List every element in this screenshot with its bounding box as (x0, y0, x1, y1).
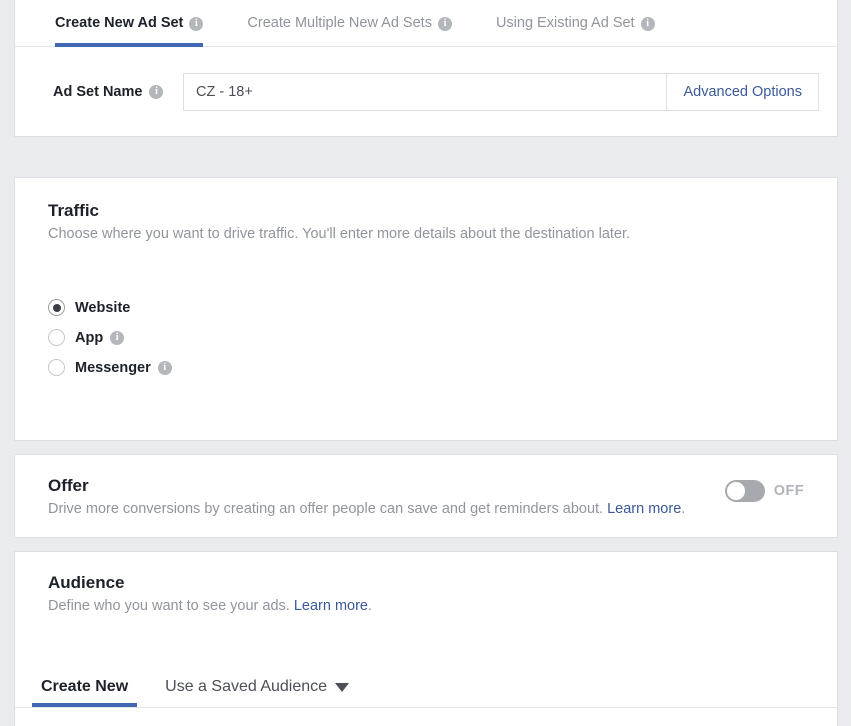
offer-card-inner: Offer Drive more conversions by creating… (15, 455, 837, 520)
audience-description-suffix: . (368, 598, 373, 615)
tab-create-new-ad-set[interactable]: Create New Ad Set i (55, 0, 204, 47)
info-icon[interactable]: i (189, 16, 204, 31)
radio-option-app-label: App (75, 329, 104, 346)
radio-icon[interactable] (48, 299, 65, 317)
radio-option-messenger-label: Messenger (75, 359, 151, 376)
traffic-card-inner: Traffic Choose where you want to drive t… (15, 178, 837, 383)
ad-set-creation-page: Create New Ad Set i Create Multiple New … (0, 0, 851, 726)
tab-create-new-audience[interactable]: Create New (31, 667, 138, 707)
advanced-options-link[interactable]: Advanced Options (665, 73, 819, 110)
tab-use-saved-audience[interactable]: Use a Saved Audience (165, 667, 350, 707)
info-icon[interactable]: i (157, 360, 172, 375)
offer-toggle-state-label: OFF (773, 483, 804, 499)
tab-using-existing-ad-set-label: Using Existing Ad Set (495, 15, 635, 32)
traffic-card: Traffic Choose where you want to drive t… (14, 177, 838, 441)
info-icon[interactable]: i (110, 330, 125, 345)
radio-icon[interactable] (48, 359, 65, 377)
info-icon[interactable]: i (437, 16, 452, 31)
ad-set-name-label-group: Ad Set Name i (53, 84, 183, 100)
radio-option-app-label-group: App i (75, 329, 125, 346)
adset-type-tabbar: Create New Ad Set i Create Multiple New … (15, 0, 837, 47)
radio-option-website-label: Website (75, 299, 131, 316)
chevron-down-icon[interactable] (335, 683, 350, 693)
ad-set-name-input-wrap: Advanced Options (183, 72, 819, 111)
offer-toggle[interactable]: OFF (724, 475, 804, 502)
ad-set-name-row: Ad Set Name i Advanced Options (15, 47, 837, 136)
offer-card: Offer Drive more conversions by creating… (14, 454, 838, 538)
offer-description: Drive more conversions by creating an of… (48, 500, 685, 520)
tab-create-new-ad-set-label: Create New Ad Set (55, 15, 184, 32)
ad-set-name-input[interactable] (184, 73, 666, 110)
offer-title: Offer (48, 476, 89, 495)
ad-set-name-label: Ad Set Name (53, 83, 143, 100)
adset-header-card: Create New Ad Set i Create Multiple New … (14, 0, 838, 137)
radio-option-app[interactable]: App i (48, 323, 804, 353)
offer-description-suffix: . (681, 501, 686, 518)
info-icon[interactable]: i (149, 84, 164, 99)
tab-use-saved-audience-label: Use a Saved Audience (165, 677, 328, 695)
radio-option-messenger-label-group: Messenger i (75, 360, 172, 376)
tab-create-multiple-new-ad-sets-label: Create Multiple New Ad Sets (247, 15, 432, 32)
radio-option-website[interactable]: Website (48, 293, 804, 323)
audience-description: Define who you want to see your ads. Lea… (48, 597, 804, 617)
info-icon[interactable]: i (640, 16, 655, 31)
audience-description-text: Define who you want to see your ads. (48, 598, 290, 615)
traffic-destination-radio-group: Website App i Messenger i (48, 293, 804, 383)
toggle-switch-icon[interactable] (724, 480, 765, 502)
traffic-title: Traffic (48, 201, 100, 220)
audience-card: Audience Define who you want to see your… (14, 551, 838, 726)
tab-using-existing-ad-set[interactable]: Using Existing Ad Set i (496, 0, 655, 47)
tab-create-new-audience-label: Create New (41, 677, 129, 695)
audience-header: Audience Define who you want to see your… (15, 552, 837, 617)
audience-tabbar: Create New Use a Saved Audience (15, 668, 837, 708)
audience-learn-more-link[interactable]: Learn more (294, 598, 368, 614)
traffic-description: Choose where you want to drive traffic. … (48, 226, 631, 243)
offer-learn-more-link[interactable]: Learn more (607, 501, 681, 517)
traffic-header: Traffic Choose where you want to drive t… (48, 178, 804, 245)
offer-description-text: Drive more conversions by creating an of… (48, 501, 604, 518)
offer-text-block: Offer Drive more conversions by creating… (48, 475, 685, 520)
radio-option-messenger[interactable]: Messenger i (48, 353, 804, 383)
radio-icon[interactable] (48, 329, 65, 347)
tab-create-multiple-new-ad-sets[interactable]: Create Multiple New Ad Sets i (247, 0, 452, 47)
audience-title: Audience (48, 573, 125, 592)
